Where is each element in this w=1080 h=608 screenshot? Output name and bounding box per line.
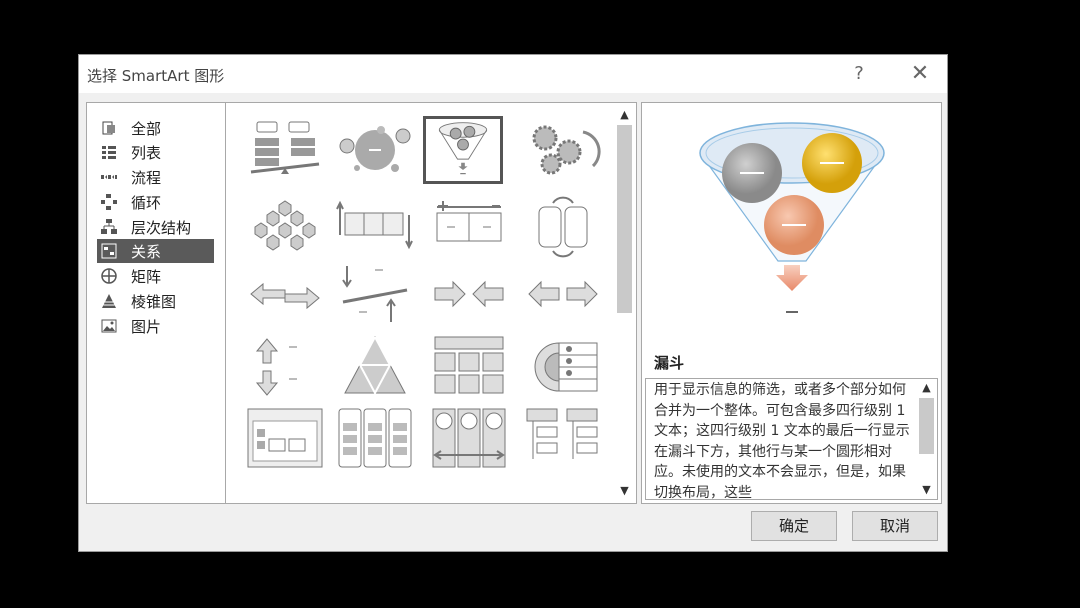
description-scrollbar[interactable]: ▲ ▼ bbox=[918, 380, 935, 498]
category-label: 关系 bbox=[131, 243, 162, 261]
scroll-thumb[interactable] bbox=[919, 398, 934, 454]
layout-hierarchy-list[interactable] bbox=[523, 403, 603, 471]
category-label: 图片 bbox=[131, 318, 162, 336]
category-list: 全部 列表 流程 循环 层次结构 关系 矩阵 棱锥图 图片 bbox=[86, 102, 226, 504]
preview-panel: 漏斗 用于显示信息的筛选，或者多个部分如何合并为一个整体。可包含最多四行级别 1… bbox=[641, 102, 942, 504]
layout-nested-targets[interactable] bbox=[523, 333, 603, 401]
layout-stacked-tables[interactable] bbox=[429, 333, 509, 401]
category-item-process[interactable]: 流程 bbox=[97, 165, 214, 189]
close-button[interactable]: ✕ bbox=[905, 59, 935, 89]
layout-opposing-arrows-bar[interactable] bbox=[335, 195, 415, 263]
list-icon bbox=[102, 146, 116, 159]
scroll-thumb[interactable] bbox=[617, 125, 632, 313]
hierarchy-icon bbox=[101, 219, 117, 234]
layout-interlocking[interactable] bbox=[523, 195, 603, 263]
all-icon bbox=[102, 121, 115, 135]
category-item-hierarchy[interactable]: 层次结构 bbox=[97, 215, 214, 239]
pyramid-icon bbox=[102, 294, 116, 308]
relationship-icon bbox=[101, 243, 117, 259]
scroll-down-icon[interactable]: ▼ bbox=[616, 483, 633, 499]
layout-up-down-arrows[interactable] bbox=[245, 333, 325, 401]
category-label: 列表 bbox=[131, 144, 162, 162]
scroll-up-icon[interactable]: ▲ bbox=[616, 107, 633, 123]
scroll-up-icon[interactable]: ▲ bbox=[918, 380, 935, 396]
category-label: 流程 bbox=[131, 169, 162, 187]
cycle-icon bbox=[101, 194, 117, 210]
ok-button[interactable]: 确定 bbox=[751, 511, 837, 541]
category-item-relationship[interactable]: 关系 bbox=[97, 239, 214, 263]
layout-diverging-arrows[interactable] bbox=[523, 260, 603, 328]
title-bar: 选择 SmartArt 图形 ? ✕ bbox=[79, 55, 947, 93]
picture-icon bbox=[101, 319, 117, 333]
layout-hexagon-cluster[interactable] bbox=[245, 195, 325, 263]
layout-converging-arrows[interactable] bbox=[429, 260, 509, 328]
cancel-button[interactable]: 取消 bbox=[852, 511, 938, 541]
layout-arrows-left-right[interactable] bbox=[245, 260, 325, 328]
category-item-list[interactable]: 列表 bbox=[97, 140, 214, 164]
process-icon bbox=[101, 175, 117, 179]
layout-circle-relationship[interactable] bbox=[335, 116, 415, 184]
smartart-dialog: 选择 SmartArt 图形 ? ✕ 全部 列表 流程 循环 层次结构 关系 矩… bbox=[78, 54, 948, 552]
category-label: 循环 bbox=[131, 194, 162, 212]
category-label: 棱锥图 bbox=[131, 293, 177, 311]
category-item-picture[interactable]: 图片 bbox=[97, 314, 214, 338]
layout-counterbalance[interactable] bbox=[429, 195, 509, 263]
layout-circle-pillars[interactable] bbox=[429, 403, 509, 471]
gallery-scrollbar[interactable]: ▲ ▼ bbox=[616, 107, 633, 499]
help-button[interactable]: ? bbox=[844, 59, 874, 89]
category-label: 层次结构 bbox=[131, 219, 192, 237]
dialog-title: 选择 SmartArt 图形 bbox=[87, 67, 225, 85]
scroll-down-icon[interactable]: ▼ bbox=[918, 482, 935, 498]
funnel-preview-graphic bbox=[699, 122, 885, 313]
layout-grouped-list[interactable] bbox=[245, 403, 325, 471]
description-box: 用于显示信息的筛选，或者多个部分如何合并为一个整体。可包含最多四行级别 1 文本… bbox=[645, 378, 938, 500]
matrix-icon bbox=[101, 268, 117, 284]
layout-table-columns[interactable] bbox=[335, 403, 415, 471]
layout-funnel[interactable] bbox=[423, 116, 503, 184]
category-item-all[interactable]: 全部 bbox=[97, 116, 214, 140]
category-item-cycle[interactable]: 循环 bbox=[97, 190, 214, 214]
category-item-matrix[interactable]: 矩阵 bbox=[97, 264, 214, 288]
layout-segmented-pyramid[interactable] bbox=[335, 333, 415, 401]
preview-title: 漏斗 bbox=[654, 354, 685, 372]
category-item-pyramid[interactable]: 棱锥图 bbox=[97, 289, 214, 313]
layout-balance[interactable] bbox=[245, 116, 325, 184]
layout-gears[interactable] bbox=[523, 116, 603, 184]
category-label: 矩阵 bbox=[131, 268, 162, 286]
description-text: 用于显示信息的筛选，或者多个部分如何合并为一个整体。可包含最多四行级别 1 文本… bbox=[654, 382, 910, 500]
category-label: 全部 bbox=[131, 120, 162, 138]
layout-diverging-offset[interactable] bbox=[335, 260, 415, 328]
